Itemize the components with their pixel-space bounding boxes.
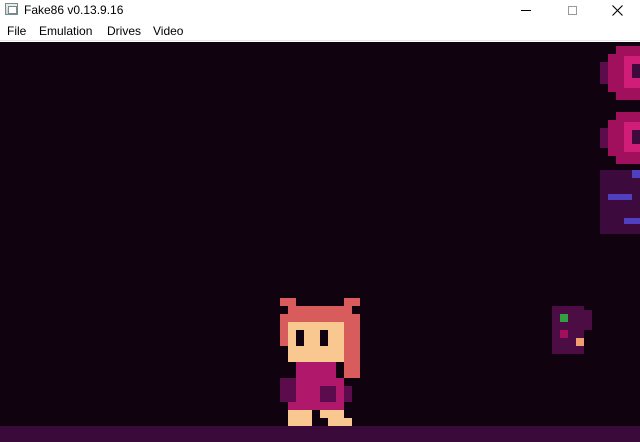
menu-video[interactable]: Video: [153, 23, 183, 39]
close-icon: [611, 4, 623, 16]
window-title: Fake86 v0.13.9.16: [24, 3, 124, 17]
app-window-icon: [5, 3, 18, 15]
title-bar[interactable]: Fake86 v0.13.9.16: [0, 0, 640, 20]
menu-emulation[interactable]: Emulation: [39, 23, 92, 39]
maximize-icon: [567, 5, 577, 15]
menu-drives[interactable]: Drives: [107, 23, 141, 39]
game-scene: [0, 42, 640, 442]
menu-file[interactable]: File: [7, 23, 26, 39]
minimize-icon: [521, 9, 531, 11]
menu-bar: File Emulation Drives Video: [0, 21, 640, 41]
floor: [0, 426, 640, 442]
close-button[interactable]: [594, 0, 640, 20]
wall-block: [600, 170, 640, 234]
maximize-button[interactable]: [549, 0, 595, 20]
minimize-button[interactable]: [503, 0, 549, 20]
emulator-screen[interactable]: [0, 42, 640, 442]
